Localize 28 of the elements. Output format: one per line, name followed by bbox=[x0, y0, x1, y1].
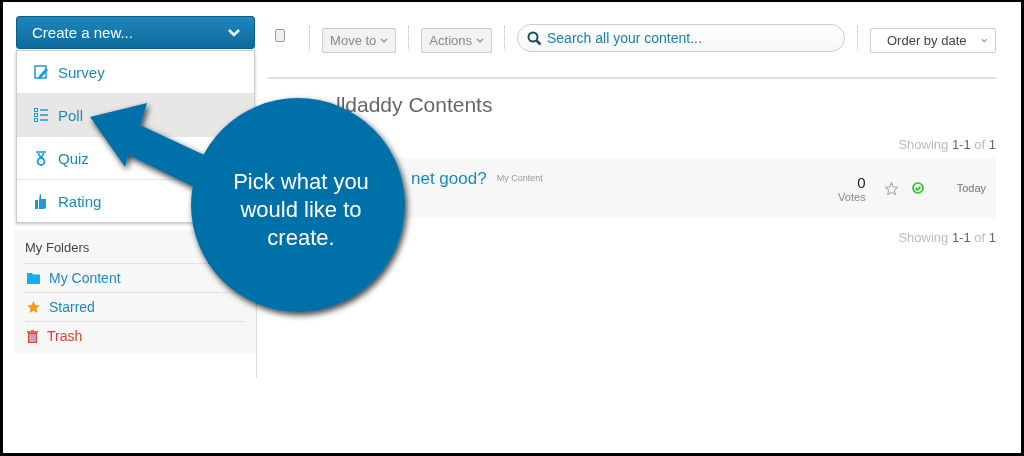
thumbs-up-icon bbox=[33, 193, 49, 209]
votes-label: Votes bbox=[838, 190, 866, 203]
content-title-link[interactable]: net good? bbox=[411, 169, 487, 189]
date-label: Today bbox=[956, 182, 986, 194]
actions-button[interactable]: Actions bbox=[421, 27, 492, 53]
search-icon bbox=[527, 31, 542, 46]
folder-icon bbox=[27, 272, 40, 284]
create-button[interactable]: Create a new... bbox=[16, 16, 255, 49]
search-field[interactable]: Search all your content... bbox=[517, 24, 845, 52]
showing-count: Showing 1-1 of 1 bbox=[898, 230, 996, 245]
caret-icon bbox=[476, 37, 484, 43]
document-pencil-icon bbox=[33, 64, 49, 80]
chevron-icon bbox=[228, 28, 240, 37]
caret-icon bbox=[980, 37, 987, 43]
menu-item[interactable]: Survey bbox=[17, 51, 254, 93]
votes-count: 0 bbox=[857, 173, 866, 191]
caret-icon bbox=[380, 37, 389, 43]
folder-label: My Content bbox=[496, 173, 543, 183]
showing-count: Showing 1-1 of 1 bbox=[898, 137, 996, 152]
star-icon bbox=[27, 301, 40, 313]
star-icon[interactable] bbox=[884, 181, 898, 195]
order-dropdown[interactable]: Order by date bbox=[870, 27, 996, 53]
list-icon bbox=[33, 108, 49, 122]
medal-icon bbox=[33, 150, 49, 166]
select-all-checkbox[interactable] bbox=[275, 28, 286, 42]
folder-link[interactable]: Trash bbox=[25, 322, 245, 350]
move-to-button[interactable]: Move to bbox=[322, 27, 397, 53]
trash-icon bbox=[27, 329, 38, 343]
